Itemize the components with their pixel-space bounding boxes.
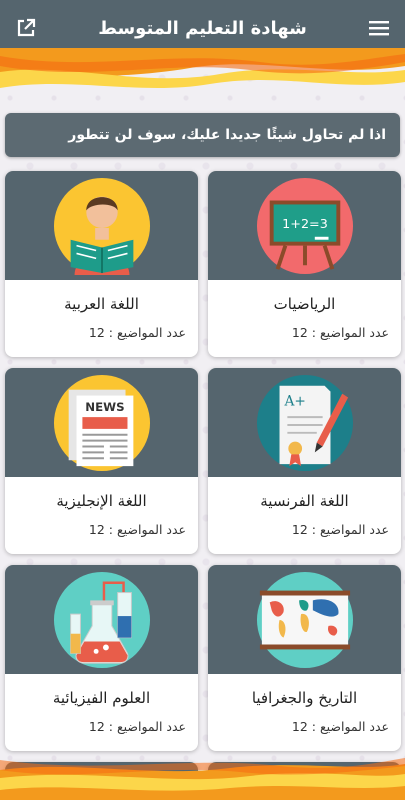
hamburger-menu-icon[interactable] [367,16,391,40]
reading-student-icon [53,177,150,275]
subject-card-english[interactable]: NEWS اللغة الإنجليزية عدد المواضيع : 12 [5,368,198,554]
external-link-icon[interactable] [14,16,38,40]
subject-name: اللغة الإنجليزية [56,492,147,510]
subject-name: اللغة العربية [64,295,139,313]
app-title: شهادة التعليم المتوسط [98,17,307,39]
subject-name: التاريخ والجغرافيا [251,689,358,707]
quote-banner: اذا لم تحاول شيئًا جديدا عليك، سوف لن تت… [5,113,400,157]
svg-text:1+2=3: 1+2=3 [282,216,328,231]
graded-paper-icon: A+ [256,374,353,471]
topic-count: عدد المواضيع : 12 [291,325,389,340]
svg-text:NEWS: NEWS [85,400,124,414]
svg-text:A+: A+ [283,393,305,409]
world-map-icon [256,571,353,668]
topic-count: عدد المواضيع : 12 [88,522,186,537]
subject-name: الرياضيات [273,295,336,313]
top-wave-decoration [0,48,405,88]
subject-card-arabic[interactable]: اللغة العربية عدد المواضيع : 12 [5,171,198,357]
subject-card-physics[interactable]: العلوم الفيزيائية عدد المواضيع : 12 [5,565,198,751]
quote-text: اذا لم تحاول شيئًا جديدا عليك، سوف لن تت… [68,127,386,143]
lab-flasks-icon [53,571,150,668]
subject-card-history-geography[interactable]: التاريخ والجغرافيا عدد المواضيع : 12 [208,565,401,751]
subject-name: اللغة الفرنسية [260,492,349,510]
bottom-wave-decoration [0,758,405,800]
math-board-icon: 1+2=3 [256,177,353,274]
topic-count: عدد المواضيع : 12 [291,522,389,537]
topic-count: عدد المواضيع : 12 [291,719,389,734]
topic-count: عدد المواضيع : 12 [88,719,186,734]
subject-card-french[interactable]: A+ اللغة الفرنسية عدد المواضيع : 12 [208,368,401,554]
newspaper-icon: NEWS [53,374,150,471]
subject-name: العلوم الفيزيائية [52,689,151,707]
topic-count: عدد المواضيع : 12 [88,325,186,340]
subject-card-math[interactable]: 1+2=3 الرياضيات عدد المواضيع : 12 [208,171,401,357]
